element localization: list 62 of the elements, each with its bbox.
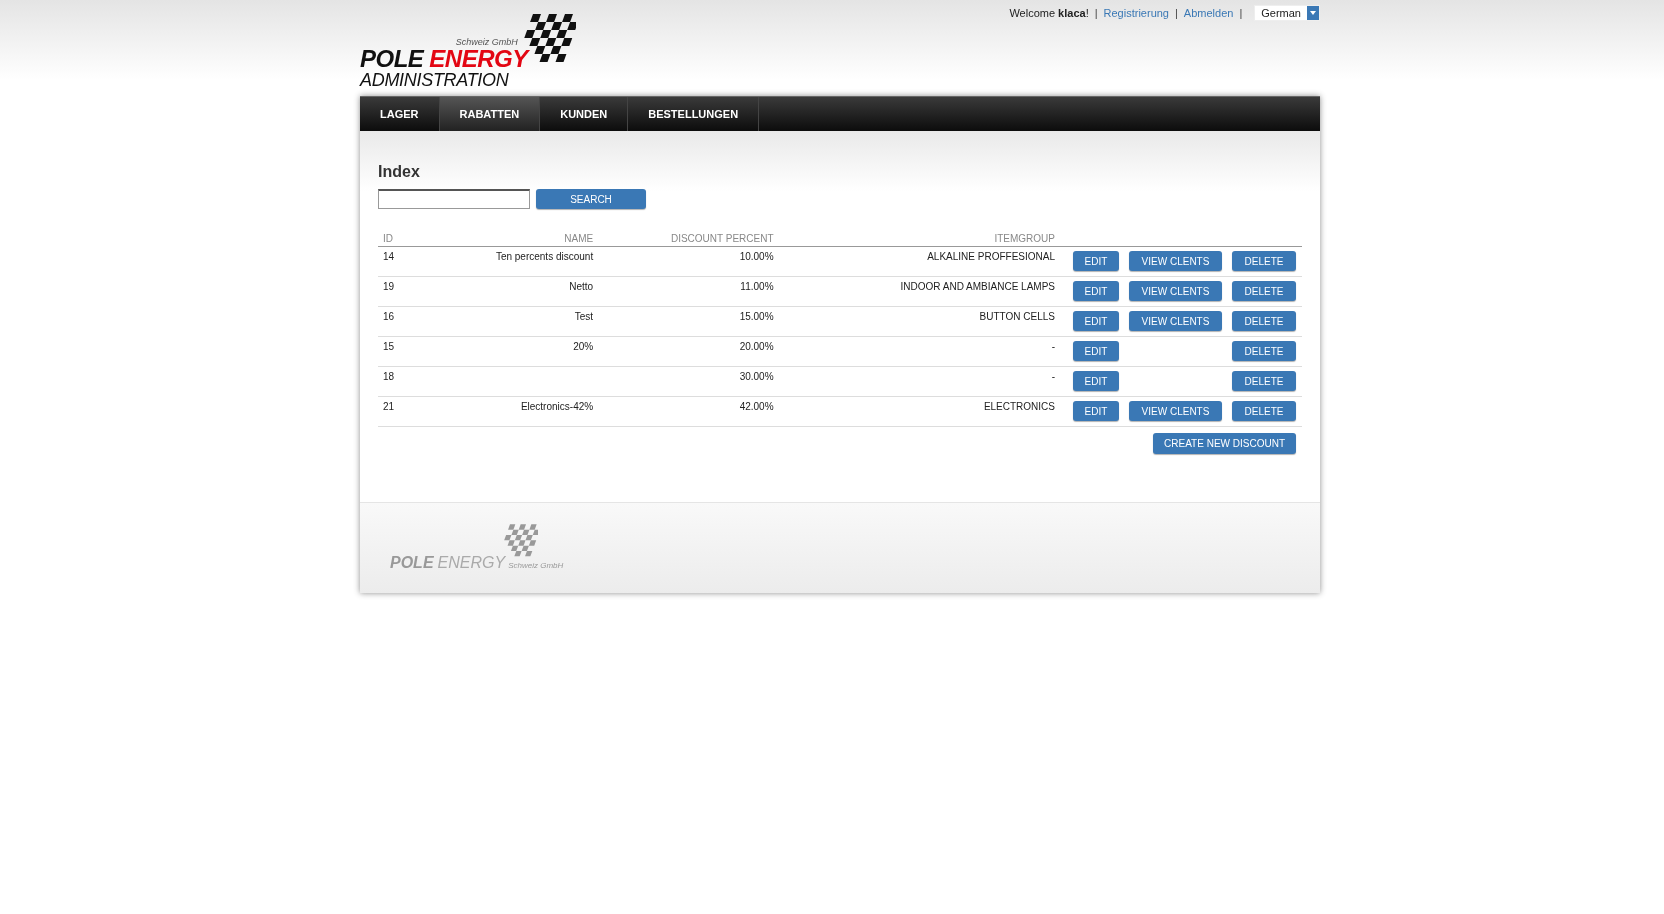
view-button[interactable]: VIEW CLENTS [1129,251,1222,271]
search-field[interactable] [378,189,530,209]
table-cell: ALKALINE PROFFESIONAL [773,246,1055,277]
table-cell: 42.00% [593,396,774,427]
table-cell: - [773,336,1055,367]
separator: | [1175,7,1178,19]
table-cell: 10.00% [593,246,774,277]
delete-button[interactable]: DELETE [1232,371,1296,391]
table-cell: 19 [378,276,423,307]
table-cell: Netto [569,281,594,292]
footer-logo-company: Schweiz GmbH [508,561,564,570]
welcome-text: Welcome klaca! [1009,7,1089,19]
delete-button[interactable]: DELETE [1232,401,1296,421]
column-header: DISCOUNT PERCENT [593,231,774,247]
logo-word: POLE [360,45,424,72]
edit-button[interactable]: EDIT [1073,371,1119,391]
edit-button[interactable]: EDIT [1073,341,1119,361]
table-cell: 18 [378,366,423,397]
table-cell: Test [574,311,594,322]
footer-logo-word: ENERGY [437,554,506,572]
logo-word: ENERGY [429,45,528,72]
table-cell: 11.00% [593,276,774,307]
page-title: Index [378,163,421,181]
table-cell: Ten percents discount [495,251,594,262]
table-cell: 15.00% [593,306,774,337]
edit-button[interactable]: EDIT [1073,311,1119,331]
view-button[interactable]: VIEW CLENTS [1129,401,1222,421]
delete-button[interactable]: DELETE [1232,281,1296,301]
separator: | [1239,7,1243,19]
table-cell: Electronics-42% [520,401,594,412]
table-cell: 20% [573,341,594,352]
search-button[interactable]: SEARCH [536,189,646,209]
column-header: ITEMGROUP [773,231,1055,247]
delete-button[interactable]: DELETE [1232,341,1296,361]
edit-button[interactable]: EDIT [1073,401,1119,421]
view-button[interactable]: VIEW CLENTS [1129,311,1222,331]
logo-company-text: Schweiz GmbH [455,38,518,47]
table-cell: 15 [378,336,423,367]
table-cell: 20.00% [593,336,774,367]
language-select[interactable]: German [1254,5,1320,21]
edit-button[interactable]: EDIT [1073,281,1119,301]
top-link[interactable]: Abmelden [1183,7,1234,19]
table-cell: 21 [378,396,423,427]
table-cell: INDOOR AND AMBIANCE LAMPS [773,276,1055,307]
footer-logo-word: POLE [390,554,434,572]
create-new-discount-button[interactable]: CREATE NEW DISCOUNT [1153,433,1296,454]
table-cell: 14 [378,246,423,277]
view-button[interactable]: VIEW CLENTS [1129,281,1222,301]
column-header: ID [378,231,423,247]
separator: | [1094,7,1098,19]
column-header: NAME [422,231,594,247]
table-cell: BUTTON CELLS [773,306,1055,337]
table-cell: - [773,366,1055,397]
logo-subtitle: ADMINISTRATION [360,71,510,89]
edit-button[interactable]: EDIT [1073,251,1119,271]
delete-button[interactable]: DELETE [1232,251,1296,271]
delete-button[interactable]: DELETE [1232,311,1296,331]
nav-tab[interactable]: RABATTEN [439,97,541,131]
top-link[interactable]: Registrierung [1103,7,1169,19]
table-cell: ELECTRONICS [773,396,1055,427]
table-cell: 30.00% [593,366,774,397]
table-cell: 16 [378,306,423,337]
